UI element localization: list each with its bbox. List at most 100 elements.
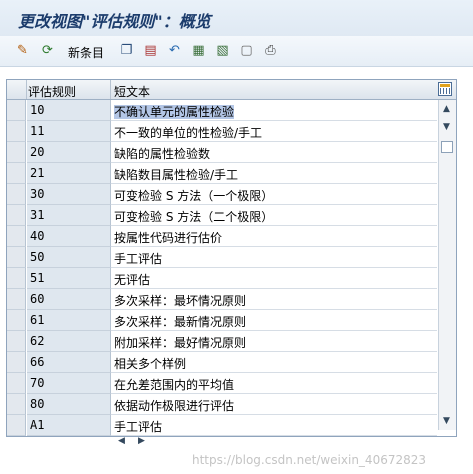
short-text-cell[interactable]: 按属性代码进行估价	[111, 226, 437, 247]
table-row[interactable]: 30 可变检验 S 方法（一个极限）	[7, 184, 437, 205]
short-text-value: 缺陷数目属性检验/手工	[114, 168, 239, 182]
watermark: https://blog.csdn.net/weixin_40672823	[192, 453, 427, 467]
short-text-cell[interactable]: 依据动作极限进行评估	[111, 394, 437, 415]
row-selector[interactable]	[7, 163, 26, 184]
delete-icon[interactable]: ▤	[142, 42, 159, 59]
column-header-short-text[interactable]: 短文本	[114, 83, 150, 100]
table-row[interactable]: 21 缺陷数目属性检验/手工	[7, 163, 437, 184]
vertical-scrollbar[interactable]: ▲ ▼ ▼	[438, 100, 456, 430]
short-text-cell[interactable]: 相关多个样例	[111, 352, 437, 373]
rule-code-cell[interactable]: 51	[27, 268, 111, 289]
glasses-icon[interactable]: ✎	[14, 42, 31, 59]
deselect-icon[interactable]: ▢	[238, 42, 255, 59]
rule-code-cell[interactable]: 20	[27, 142, 111, 163]
page-title: 更改视图"评估规则"：概览	[18, 12, 211, 31]
short-text-cell[interactable]: 手工评估	[111, 247, 437, 268]
rule-code-cell[interactable]: A1	[27, 415, 111, 436]
short-text-cell[interactable]: 缺陷的属性检验数	[111, 142, 437, 163]
table-header: 评估规则 短文本	[7, 80, 456, 100]
row-selector[interactable]	[7, 310, 26, 331]
short-text-cell[interactable]: 多次采样：最坏情况原则	[111, 289, 437, 310]
table-settings-icon[interactable]	[438, 82, 452, 96]
scroll-down-icon[interactable]: ▼	[443, 122, 450, 132]
table-row[interactable]: 10 不确认单元的属性检验	[7, 100, 437, 121]
short-text-cell[interactable]: 无评估	[111, 268, 437, 289]
rule-code-cell[interactable]: 70	[27, 373, 111, 394]
row-selector[interactable]	[7, 247, 26, 268]
short-text-cell[interactable]: 手工评估	[111, 415, 437, 436]
short-text-value: 缺陷的属性检验数	[114, 147, 211, 161]
row-selector[interactable]	[7, 415, 26, 436]
scroll-left-icon[interactable]: ◀	[118, 436, 125, 446]
short-text-cell[interactable]: 不一致的单位的性检验/手工	[111, 121, 437, 142]
scroll-right-icon[interactable]: ▶	[138, 436, 145, 446]
table-row[interactable]: 51 无评估	[7, 268, 437, 289]
rule-code-cell[interactable]: 30	[27, 184, 111, 205]
row-selector[interactable]	[7, 352, 26, 373]
short-text-cell[interactable]: 可变检验 S 方法（一个极限）	[111, 184, 437, 205]
scroll-up-icon[interactable]: ▲	[443, 104, 450, 114]
row-selector[interactable]	[7, 100, 26, 121]
rule-code-cell[interactable]: 31	[27, 205, 111, 226]
table-row[interactable]: 70 在允差范围内的平均值	[7, 373, 437, 394]
rule-code-cell[interactable]: 62	[27, 331, 111, 352]
copy-icon[interactable]: ❐	[118, 42, 135, 59]
table-row[interactable]: 80 依据动作极限进行评估	[7, 394, 437, 415]
short-text-value: 可变检验 S 方法（二个极限）	[114, 210, 274, 224]
rule-code-cell[interactable]: 60	[27, 289, 111, 310]
table-row[interactable]: 50 手工评估	[7, 247, 437, 268]
short-text-value: 手工评估	[114, 252, 163, 266]
rule-code-cell[interactable]: 50	[27, 247, 111, 268]
short-text-cell[interactable]: 可变检验 S 方法（二个极限）	[111, 205, 437, 226]
new-entries-button[interactable]: 新条目	[68, 44, 104, 61]
rules-table: 评估规则 短文本 10 不确认单元的属性检验 11 不一致的单位的性检验/手工 20 缺陷…	[6, 79, 457, 437]
refresh-icon[interactable]: ⟳	[39, 42, 56, 59]
rule-code-cell[interactable]: 80	[27, 394, 111, 415]
scroll-bottom-icon[interactable]: ▼	[443, 416, 450, 426]
row-selector[interactable]	[7, 226, 26, 247]
short-text-cell[interactable]: 不确认单元的属性检验	[111, 100, 437, 121]
table-row[interactable]: 66 相关多个样例	[7, 352, 437, 373]
row-selector[interactable]	[7, 121, 26, 142]
rule-code-cell[interactable]: 11	[27, 121, 111, 142]
table-row[interactable]: 20 缺陷的属性检验数	[7, 142, 437, 163]
select-all-cell[interactable]	[7, 80, 27, 99]
rule-code-cell[interactable]: 10	[27, 100, 111, 121]
row-selector[interactable]	[7, 184, 26, 205]
short-text-cell[interactable]: 在允差范围内的平均值	[111, 373, 437, 394]
column-divider[interactable]	[110, 80, 111, 99]
row-selector[interactable]	[7, 331, 26, 352]
row-selector[interactable]	[7, 268, 26, 289]
short-text-cell[interactable]: 多次采样：最新情况原则	[111, 310, 437, 331]
short-text-value: 相关多个样例	[114, 357, 187, 371]
table-row[interactable]: 62 附加采样：最好情况原则	[7, 331, 437, 352]
column-header-rule[interactable]: 评估规则	[28, 83, 108, 100]
table-row[interactable]: 31 可变检验 S 方法（二个极限）	[7, 205, 437, 226]
toolbar: ✎ ⟳ 新条目 ❐ ▤ ↶ ▦ ▧ ▢ ⎙	[0, 36, 473, 67]
row-selector[interactable]	[7, 394, 26, 415]
table-row[interactable]: 61 多次采样：最新情况原则	[7, 310, 437, 331]
row-selector[interactable]	[7, 289, 26, 310]
print-icon[interactable]: ⎙	[262, 42, 279, 59]
table-row[interactable]: 40 按属性代码进行估价	[7, 226, 437, 247]
short-text-value: 手工评估	[114, 420, 163, 434]
short-text-value: 不确认单元的属性检验	[114, 105, 235, 119]
table-row[interactable]: 60 多次采样：最坏情况原则	[7, 289, 437, 310]
short-text-value: 多次采样：最新情况原则	[114, 315, 247, 329]
horizontal-scrollbar[interactable]: ◀ ▶	[110, 436, 436, 448]
select-block-icon[interactable]: ▧	[214, 42, 231, 59]
rule-code-cell[interactable]: 21	[27, 163, 111, 184]
short-text-cell[interactable]: 缺陷数目属性检验/手工	[111, 163, 437, 184]
row-selector[interactable]	[7, 142, 26, 163]
select-all-icon[interactable]: ▦	[190, 42, 207, 59]
row-selector[interactable]	[7, 373, 26, 394]
rule-code-cell[interactable]: 40	[27, 226, 111, 247]
rule-code-cell[interactable]: 66	[27, 352, 111, 373]
scroll-thumb[interactable]	[441, 141, 453, 153]
rule-code-cell[interactable]: 61	[27, 310, 111, 331]
table-row[interactable]: A1 手工评估	[7, 415, 437, 436]
row-selector[interactable]	[7, 205, 26, 226]
short-text-cell[interactable]: 附加采样：最好情况原则	[111, 331, 437, 352]
undo-icon[interactable]: ↶	[166, 42, 183, 59]
table-row[interactable]: 11 不一致的单位的性检验/手工	[7, 121, 437, 142]
